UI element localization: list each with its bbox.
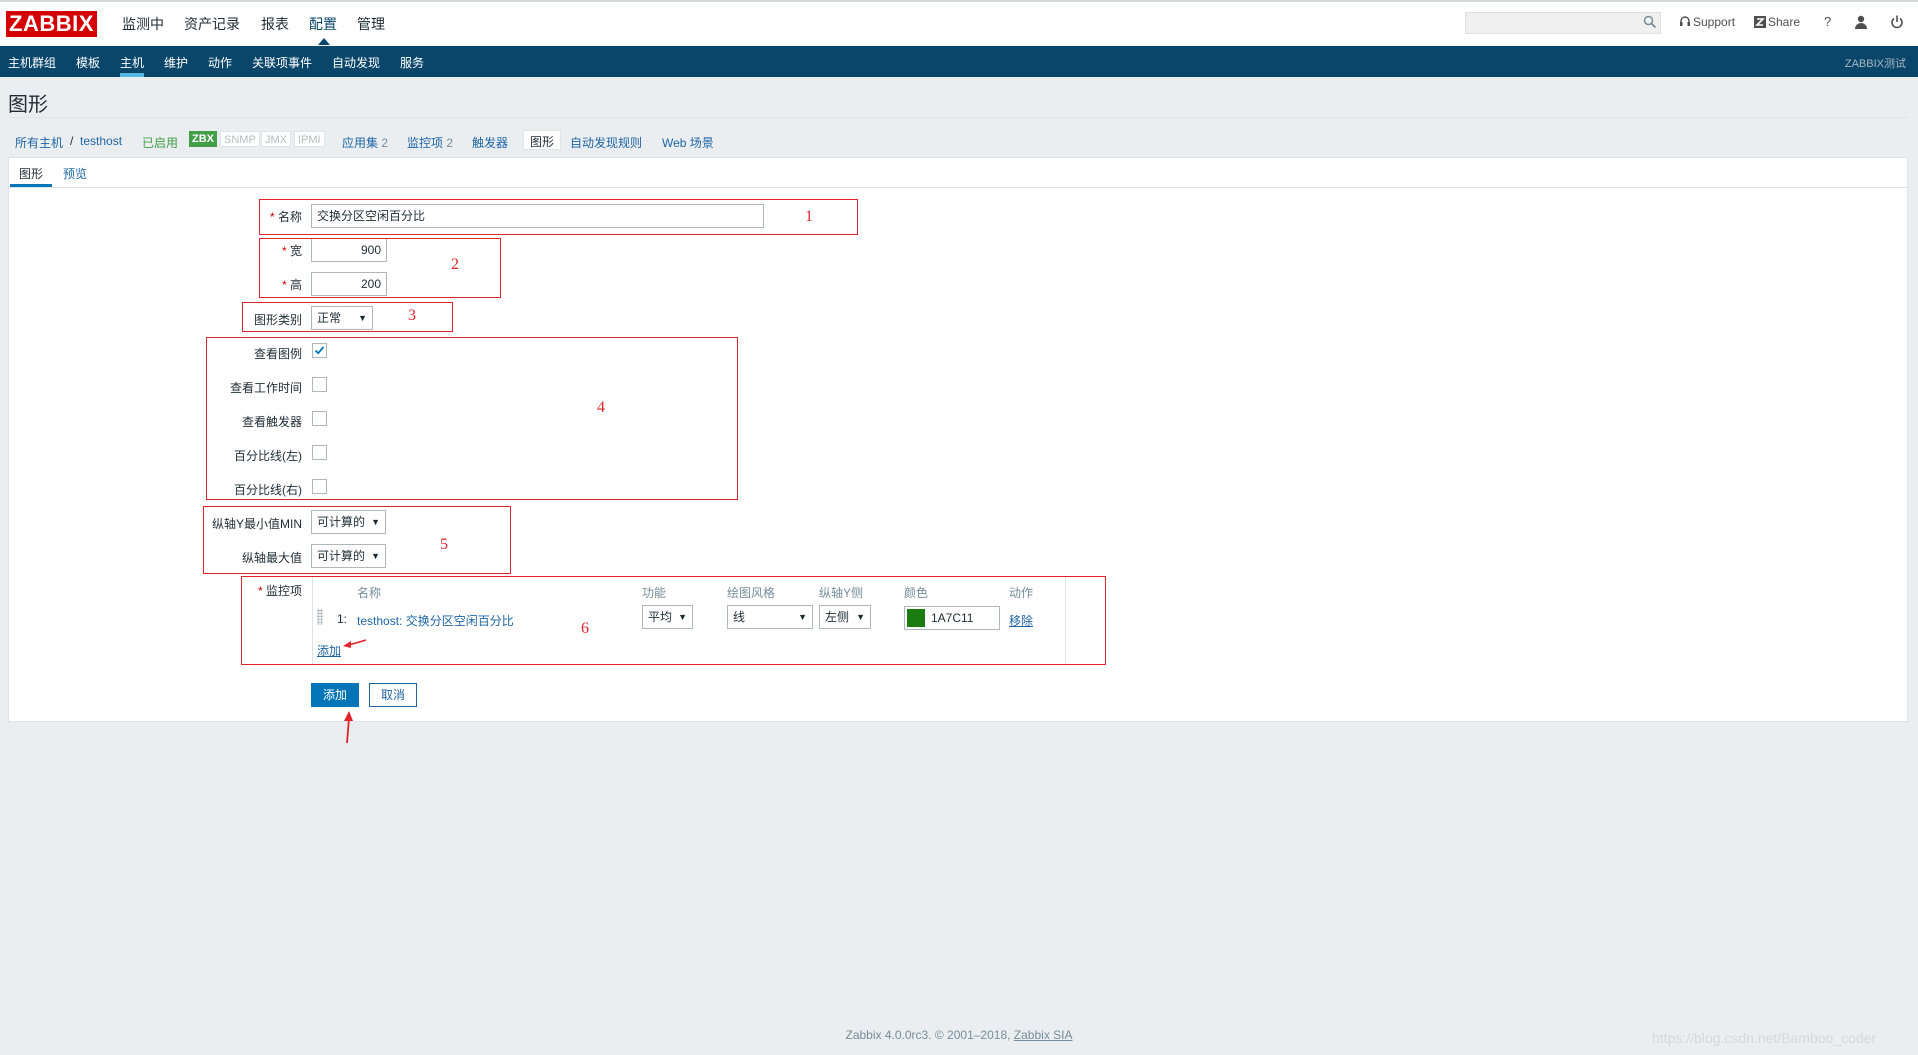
annotation-number-2: 2: [451, 256, 459, 273]
breadcrumb-triggers[interactable]: 触发器: [472, 134, 508, 151]
subnav-services[interactable]: 服务: [400, 54, 424, 71]
annotation-box-6: [241, 576, 1106, 665]
nav-reports[interactable]: 报表: [261, 14, 289, 34]
items-label: 监控项: [407, 136, 444, 150]
annotation-number-5: 5: [440, 536, 448, 553]
title-divider: [8, 117, 1908, 118]
search-input[interactable]: [1465, 12, 1661, 34]
annotation-box-3: [242, 302, 453, 332]
logout-icon[interactable]: [1890, 15, 1904, 29]
active-nav-pointer: [318, 38, 330, 45]
annotation-number-4: 4: [597, 399, 605, 416]
breadcrumb-discovery-rules[interactable]: 自动发现规则: [570, 134, 642, 151]
breadcrumb-all-hosts[interactable]: 所有主机: [15, 134, 63, 151]
items-count: 2: [446, 136, 454, 150]
annotation-box-4: [206, 337, 738, 500]
user-profile-icon[interactable]: [1854, 15, 1868, 29]
tabs-divider: [9, 187, 1907, 188]
subnav-event-correlation[interactable]: 关联项事件: [252, 54, 312, 71]
status-badge-jmx: JMX: [261, 131, 291, 147]
status-badge-zbx: ZBX: [189, 131, 217, 147]
breadcrumb-graphs-active[interactable]: 图形: [523, 130, 562, 150]
breadcrumb-applications[interactable]: 应用集 2: [342, 134, 388, 151]
tab-graph[interactable]: 图形: [19, 165, 43, 182]
breadcrumb-web-scenarios[interactable]: Web 场景: [662, 134, 714, 151]
help-icon[interactable]: ?: [1824, 14, 1831, 29]
annotation-number-6: 6: [581, 620, 589, 637]
applications-label: 应用集: [342, 136, 379, 150]
nav-configuration[interactable]: 配置: [309, 14, 337, 34]
share-link[interactable]: Share: [1768, 15, 1800, 29]
share-icon: [1754, 16, 1766, 28]
breadcrumb-host[interactable]: testhost: [80, 134, 122, 148]
active-subnav-indicator: [120, 73, 144, 77]
subnav-host-groups[interactable]: 主机群组: [8, 54, 56, 71]
annotation-arrow-left-icon: [343, 639, 367, 648]
subnav-maintenance[interactable]: 维护: [164, 54, 188, 71]
breadcrumb-separator: /: [70, 134, 74, 148]
support-link[interactable]: Support: [1693, 15, 1735, 29]
status-badge-snmp: SNMP: [220, 131, 260, 147]
server-name: ZABBIX测试: [1844, 58, 1906, 70]
annotation-number-3: 3: [408, 307, 416, 324]
page-title: 图形: [8, 94, 48, 116]
annotation-box-2: [259, 238, 501, 298]
cancel-button[interactable]: 取消: [369, 683, 417, 707]
annotation-box-1: [259, 199, 858, 235]
applications-count: 2: [381, 136, 389, 150]
breadcrumb-items[interactable]: 监控项 2: [407, 134, 453, 151]
watermark: https://blog.csdn.net/Bamboo_coder: [1652, 1030, 1877, 1046]
status-badge-ipmi: IPMI: [294, 131, 325, 147]
tab-preview[interactable]: 预览: [63, 165, 87, 182]
footer-company-link[interactable]: Zabbix SIA: [1014, 1028, 1073, 1042]
nav-administration[interactable]: 管理: [357, 14, 385, 34]
annotation-number-1: 1: [805, 208, 813, 225]
headset-icon: [1680, 16, 1690, 26]
footer-copyright: Zabbix 4.0.0rc3. © 2001–2018,: [845, 1028, 1011, 1042]
annotation-box-5: [203, 506, 511, 574]
subnav-hosts[interactable]: 主机: [120, 54, 144, 71]
search-icon[interactable]: [1643, 15, 1657, 29]
subnav-discovery[interactable]: 自动发现: [332, 54, 380, 71]
add-button[interactable]: 添加: [311, 683, 359, 707]
nav-monitoring[interactable]: 监测中: [122, 14, 164, 34]
footer: Zabbix 4.0.0rc3. © 2001–2018, Zabbix SIA: [0, 1028, 1918, 1042]
zabbix-logo[interactable]: ZABBIX: [6, 11, 97, 37]
nav-inventory[interactable]: 资产记录: [184, 14, 240, 34]
subnav-templates[interactable]: 模板: [76, 54, 100, 71]
subnav-actions[interactable]: 动作: [208, 54, 232, 71]
annotation-arrow-up-icon: [344, 711, 353, 744]
host-status-enabled[interactable]: 已启用: [142, 134, 178, 151]
